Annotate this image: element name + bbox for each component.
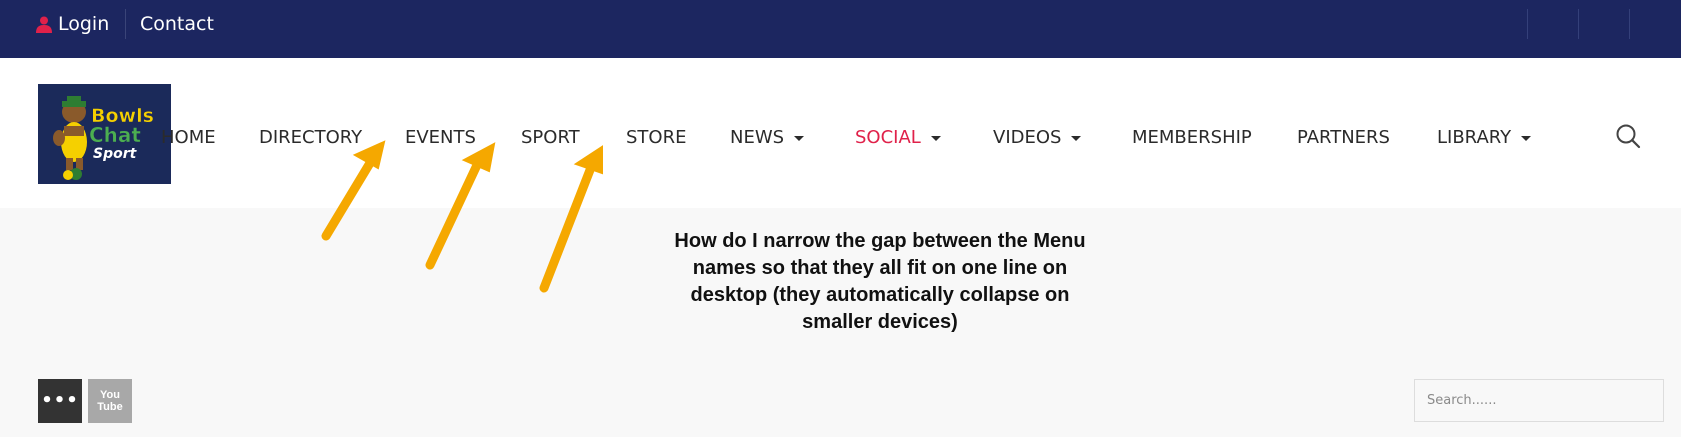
nav-label: DIRECTORY: [259, 126, 363, 148]
nav-label: SOCIAL: [855, 126, 921, 148]
nav-label: EVENTS: [405, 126, 476, 148]
search-icon[interactable]: [1615, 123, 1641, 149]
nav-item-membership[interactable]: MEMBERSHIP: [1132, 124, 1252, 150]
search-input[interactable]: [1414, 379, 1664, 422]
nav-label: HOME: [161, 126, 216, 148]
contact-link[interactable]: Contact: [140, 0, 214, 48]
nav-item-videos[interactable]: VIDEOS: [993, 124, 1082, 150]
divider: [1629, 9, 1630, 39]
share-button[interactable]: •••: [38, 379, 82, 423]
nav-label: MEMBERSHIP: [1132, 126, 1252, 148]
nav-item-social[interactable]: SOCIAL: [855, 124, 941, 150]
chevron-down-icon: [930, 135, 941, 141]
nav-label: NEWS: [730, 126, 785, 148]
nav-label: STORE: [626, 126, 687, 148]
divider: [125, 9, 126, 39]
divider: [1578, 9, 1579, 39]
nav-item-library[interactable]: LIBRARY: [1437, 124, 1532, 150]
nav-item-directory[interactable]: DIRECTORY: [259, 124, 362, 150]
divider: [1527, 9, 1528, 39]
nav-item-partners[interactable]: PARTNERS: [1297, 124, 1390, 150]
user-icon: [36, 16, 52, 33]
nav-item-sport[interactable]: SPORT: [521, 124, 580, 150]
nav-item-news[interactable]: NEWS: [730, 124, 805, 150]
nav-label: SPORT: [521, 126, 580, 148]
nav-label: VIDEOS: [993, 126, 1062, 148]
main-nav: HOME DIRECTORY EVENTS SPORT STORE NEWS S…: [0, 58, 1681, 208]
chevron-down-icon: [794, 135, 805, 141]
top-bar: Login Contact: [0, 0, 1681, 58]
nav-item-home[interactable]: HOME: [161, 124, 216, 150]
youtube-button[interactable]: You Tube: [88, 379, 132, 423]
login-link[interactable]: Login: [36, 0, 109, 48]
chevron-down-icon: [1521, 135, 1532, 141]
login-label: Login: [58, 13, 110, 35]
nav-label: LIBRARY: [1437, 126, 1512, 148]
annotation-question: How do I narrow the gap between the Menu…: [674, 230, 1086, 333]
nav-label: PARTNERS: [1297, 126, 1390, 148]
site-header: Bowls Chat Sport HOME DIRECTORY EVENTS S…: [0, 58, 1681, 208]
more-icon: •••: [41, 390, 79, 411]
chevron-down-icon: [1071, 135, 1082, 141]
nav-item-events[interactable]: EVENTS: [405, 124, 476, 150]
nav-item-store[interactable]: STORE: [626, 124, 686, 150]
youtube-icon: You Tube: [97, 389, 123, 413]
